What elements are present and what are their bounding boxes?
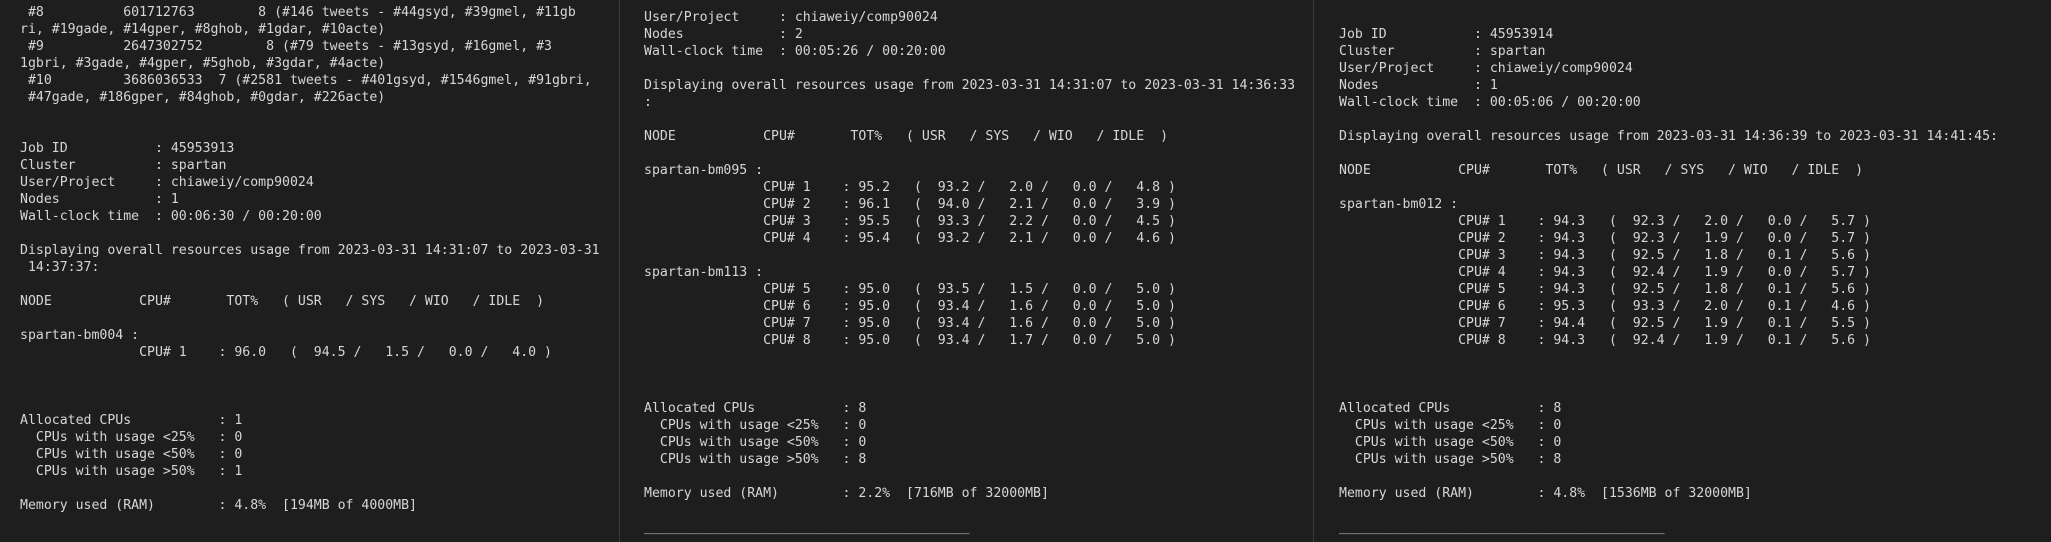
terminal-output-2: User/Project : chiaweiy/comp90024 Nodes … — [644, 10, 1296, 535]
terminal-output-3: Job ID : 45953914 Cluster : spartan User… — [1339, 27, 1998, 535]
terminal-pane-3[interactable]: Job ID : 45953914 Cluster : spartan User… — [1314, 0, 2051, 542]
terminal-pane-1[interactable]: #8 601712763 8 (#146 tweets - #44gsyd, #… — [0, 0, 619, 542]
terminal-output-1: #8 601712763 8 (#146 tweets - #44gsyd, #… — [20, 5, 600, 542]
terminal-pane-2[interactable]: User/Project : chiaweiy/comp90024 Nodes … — [620, 0, 1313, 542]
